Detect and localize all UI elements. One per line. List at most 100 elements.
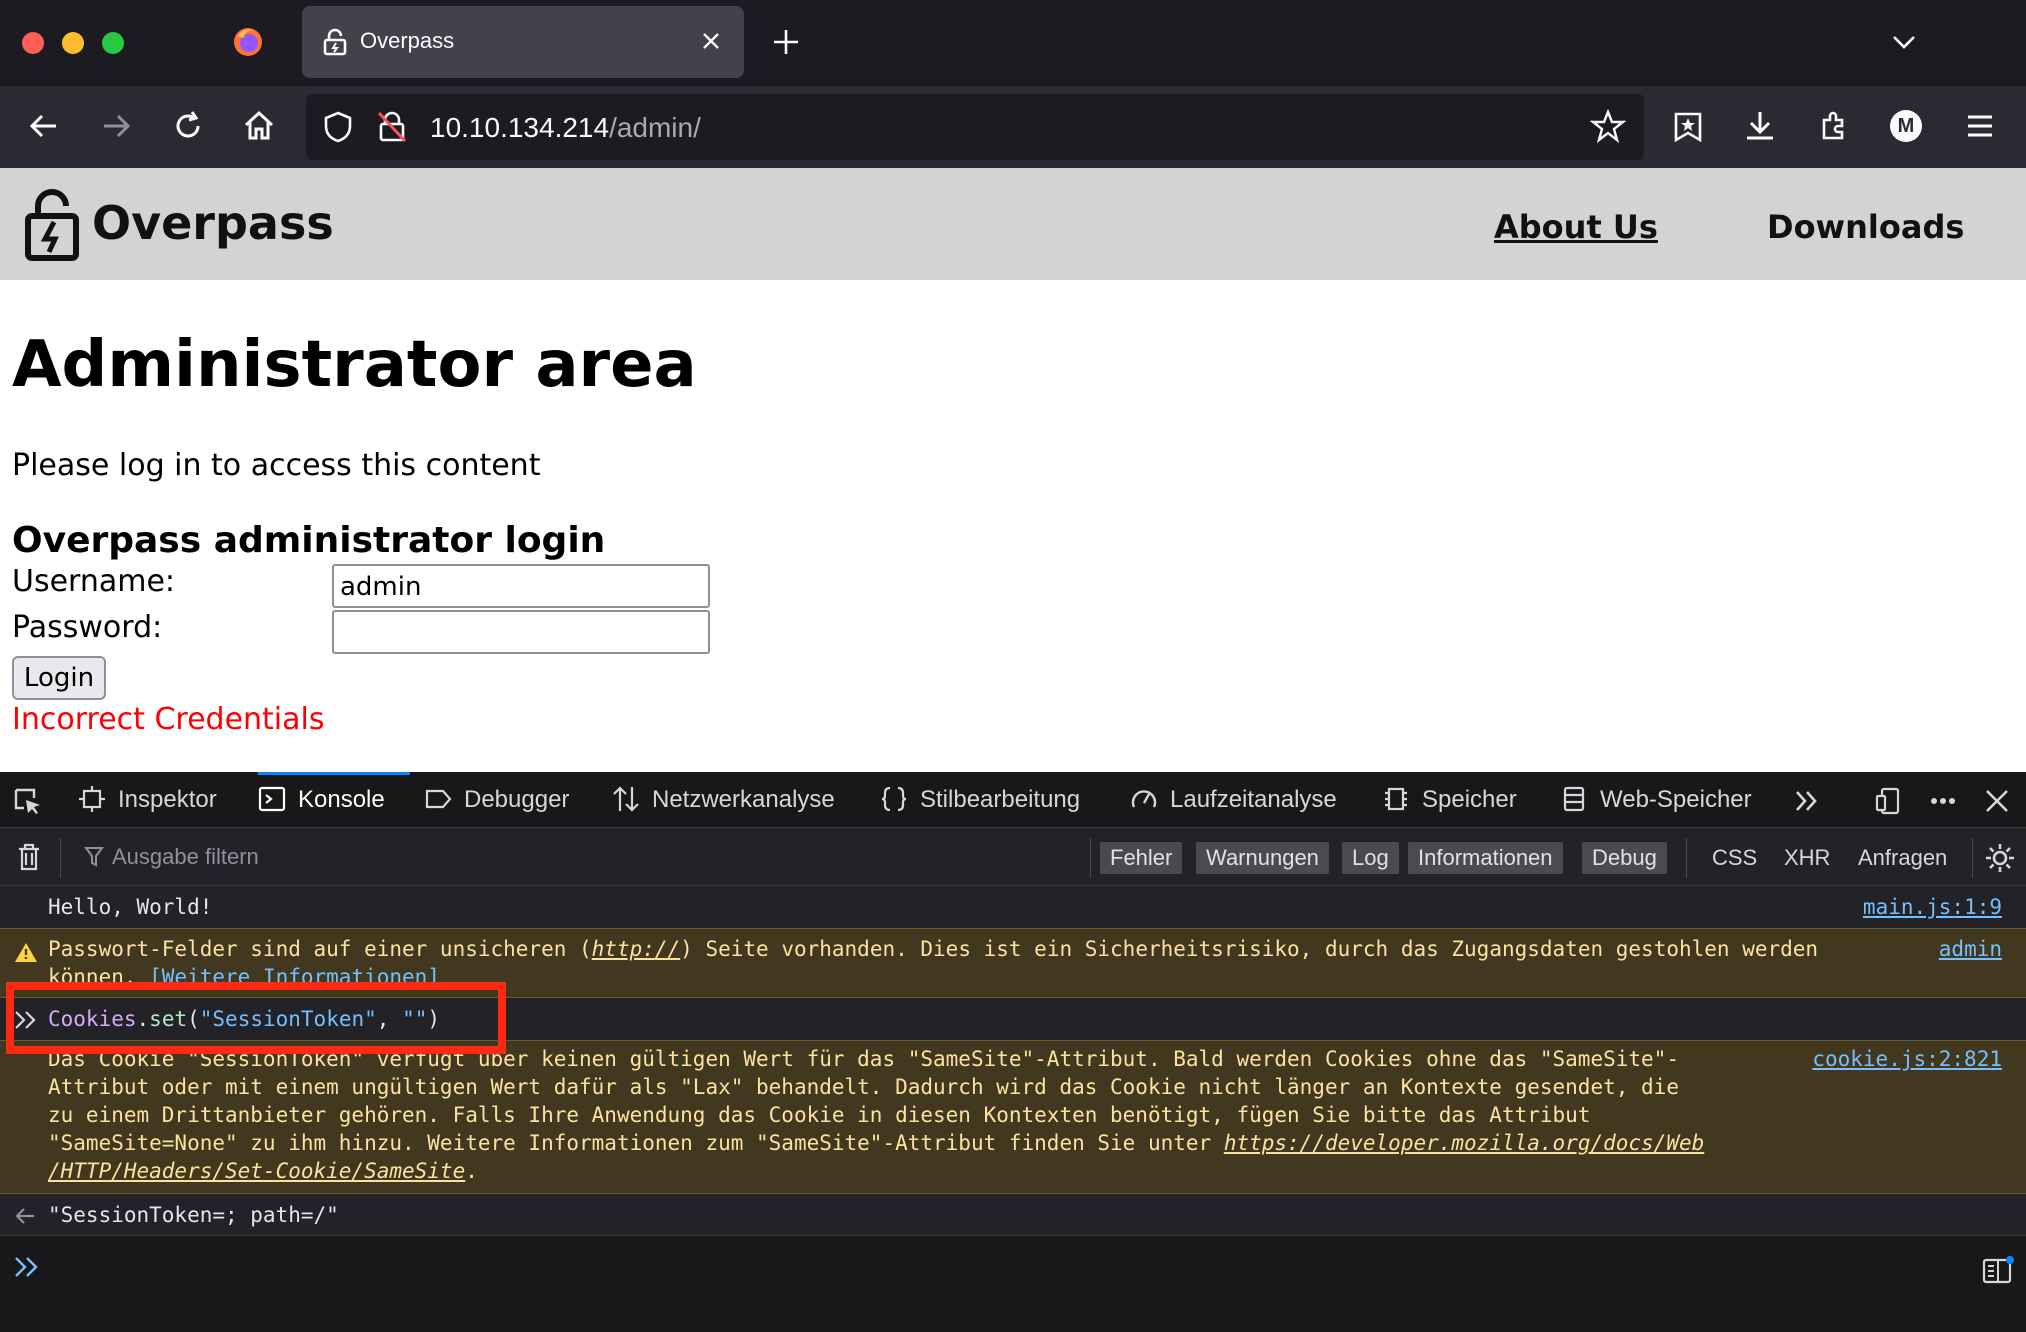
storage-icon — [1563, 786, 1585, 811]
site-brand: Overpass — [92, 196, 334, 250]
filter-xhr[interactable]: XHR — [1784, 842, 1830, 874]
element-picker-icon[interactable] — [12, 786, 42, 816]
login-button[interactable]: Login — [12, 656, 106, 700]
nav-downloads[interactable]: Downloads — [1767, 208, 1964, 246]
page-title: Administrator area — [12, 328, 697, 402]
insecure-lock-icon[interactable] — [376, 110, 408, 144]
page-viewport: Overpass About Us Downloads Administrato… — [0, 168, 2026, 772]
console-filter-input[interactable]: Ausgabe filtern — [112, 844, 259, 870]
editor-mode-icon[interactable] — [1982, 1256, 2014, 1284]
chevron-down-icon[interactable] — [1890, 28, 1918, 56]
home-icon[interactable] — [241, 108, 277, 144]
console-warning-line: "SameSite=None" zu ihm hinzu. Weitere In… — [48, 1129, 1704, 1157]
window-close-button[interactable] — [22, 32, 44, 54]
downloads-icon[interactable] — [1742, 108, 1778, 144]
intro-text: Please log in to access this content — [12, 448, 541, 483]
password-field[interactable] — [332, 610, 710, 654]
console-source-link[interactable]: cookie.js:2:821 — [1812, 1045, 2002, 1073]
console-log-text: Hello, World! — [48, 895, 213, 919]
console-result-text: "SessionToken=; path=/" — [48, 1203, 339, 1227]
tab-debugger[interactable]: Debugger — [424, 772, 569, 828]
more-options-icon[interactable] — [1928, 786, 1958, 816]
mdn-link[interactable]: /HTTP/Headers/Set-Cookie/SameSite — [48, 1159, 465, 1183]
toolbar-divider — [1686, 838, 1687, 878]
site-header: Overpass About Us Downloads — [0, 168, 2026, 280]
console-icon — [258, 786, 286, 811]
bookmark-star-icon[interactable] — [1590, 108, 1626, 144]
result-arrow-icon — [15, 1208, 34, 1224]
console-source-link[interactable]: admin — [1939, 935, 2002, 963]
tab-konsole[interactable]: Konsole — [258, 772, 385, 828]
tab-inspektor[interactable]: Inspektor — [78, 772, 217, 828]
prompt-chevron-icon — [15, 1257, 38, 1277]
tab-stilbearbeitung-label: Stilbearbeitung — [920, 786, 1081, 813]
warning-text: Passwort-Felder sind auf einer unsichere… — [48, 937, 592, 961]
responsive-design-icon[interactable] — [1874, 786, 1904, 816]
toolbar-divider — [60, 838, 61, 878]
console-input[interactable] — [0, 1236, 2026, 1332]
tab-netzwerkanalyse-label: Netzwerkanalyse — [652, 786, 835, 813]
console-source-link[interactable]: main.js:1:9 — [1863, 893, 2002, 921]
warning-icon — [15, 943, 37, 962]
warning-text: . — [465, 1159, 478, 1183]
forward-icon[interactable] — [98, 108, 134, 144]
console-warning-row: Das Cookie "SessionToken" verfügt über k… — [0, 1040, 2026, 1194]
performance-icon — [1131, 789, 1157, 808]
back-icon[interactable] — [26, 108, 62, 144]
filter-anfragen[interactable]: Anfragen — [1858, 842, 1947, 874]
trash-icon[interactable] — [16, 842, 42, 872]
close-devtools-icon[interactable] — [1982, 786, 2012, 816]
url-text: 10.10.134.214/admin/ — [430, 112, 701, 144]
filter-css[interactable]: CSS — [1712, 842, 1757, 874]
http-link[interactable]: http:// — [592, 937, 681, 961]
firefox-icon[interactable] — [232, 26, 264, 58]
username-label: Username: — [12, 564, 176, 599]
tab-netzwerkanalyse[interactable]: Netzwerkanalyse — [612, 772, 835, 828]
tab-stilbearbeitung[interactable]: Stilbearbeitung — [880, 772, 1080, 828]
close-tab-icon[interactable] — [698, 28, 724, 54]
network-icon — [613, 786, 639, 812]
new-tab-icon[interactable] — [770, 26, 802, 58]
tab-laufzeitanalyse[interactable]: Laufzeitanalyse — [1130, 772, 1337, 828]
bookmarks-icon[interactable] — [1670, 108, 1706, 144]
url-path: /admin/ — [609, 112, 701, 143]
login-heading: Overpass administrator login — [12, 520, 606, 561]
toolbar-divider — [1090, 838, 1091, 878]
gear-icon[interactable] — [1984, 842, 2016, 874]
tab-web-speicher[interactable]: Web-Speicher — [1560, 772, 1752, 828]
filter-log[interactable]: Log — [1342, 842, 1399, 874]
devtools-tab-bar: Inspektor Konsole Debugger Netzwerkanaly… — [0, 772, 2026, 828]
error-message: Incorrect Credentials — [12, 702, 325, 737]
url-host: 10.10.134.214 — [430, 112, 610, 143]
reload-icon[interactable] — [170, 108, 206, 144]
extensions-icon[interactable] — [1816, 108, 1852, 144]
debugger-icon — [425, 789, 452, 808]
url-bar[interactable]: 10.10.134.214/admin/ — [306, 94, 1644, 160]
username-field[interactable]: admin — [332, 564, 710, 608]
console-toolbar: Ausgabe filtern Fehler Warnungen Log Inf… — [0, 828, 2026, 886]
tab-overpass[interactable]: Overpass — [302, 6, 744, 78]
style-editor-icon — [881, 786, 907, 811]
active-tab-indicator — [258, 772, 410, 775]
console-log-row: Hello, World! main.js:1:9 — [0, 886, 2026, 928]
warning-text: zu einem Drittanbieter gehören. Falls Ih… — [48, 1103, 1591, 1127]
more-tabs-chevron-icon[interactable] — [1792, 786, 1822, 816]
filter-warnungen[interactable]: Warnungen — [1196, 842, 1329, 874]
account-avatar[interactable]: M — [1890, 110, 1922, 142]
tab-speicher-label: Speicher — [1422, 786, 1517, 813]
highlight-annotation — [6, 982, 506, 1054]
mdn-link[interactable]: https://developer.mozilla.org/docs/Web — [1224, 1131, 1704, 1155]
tab-speicher[interactable]: Speicher — [1382, 772, 1517, 828]
shield-icon[interactable] — [322, 110, 354, 144]
tab-laufzeitanalyse-label: Laufzeitanalyse — [1170, 786, 1337, 813]
menu-icon[interactable] — [1962, 108, 1998, 144]
window-zoom-button[interactable] — [102, 32, 124, 54]
window-minimize-button[interactable] — [62, 32, 84, 54]
filter-debug[interactable]: Debug — [1582, 842, 1667, 874]
memory-icon — [1385, 787, 1407, 810]
filter-fehler[interactable]: Fehler — [1100, 842, 1183, 874]
console-result-row: "SessionToken=; path=/" — [0, 1194, 2026, 1236]
filter-informationen[interactable]: Informationen — [1408, 842, 1563, 874]
nav-about-us[interactable]: About Us — [1494, 208, 1658, 246]
browser-toolbar: 10.10.134.214/admin/ M — [0, 86, 2026, 168]
